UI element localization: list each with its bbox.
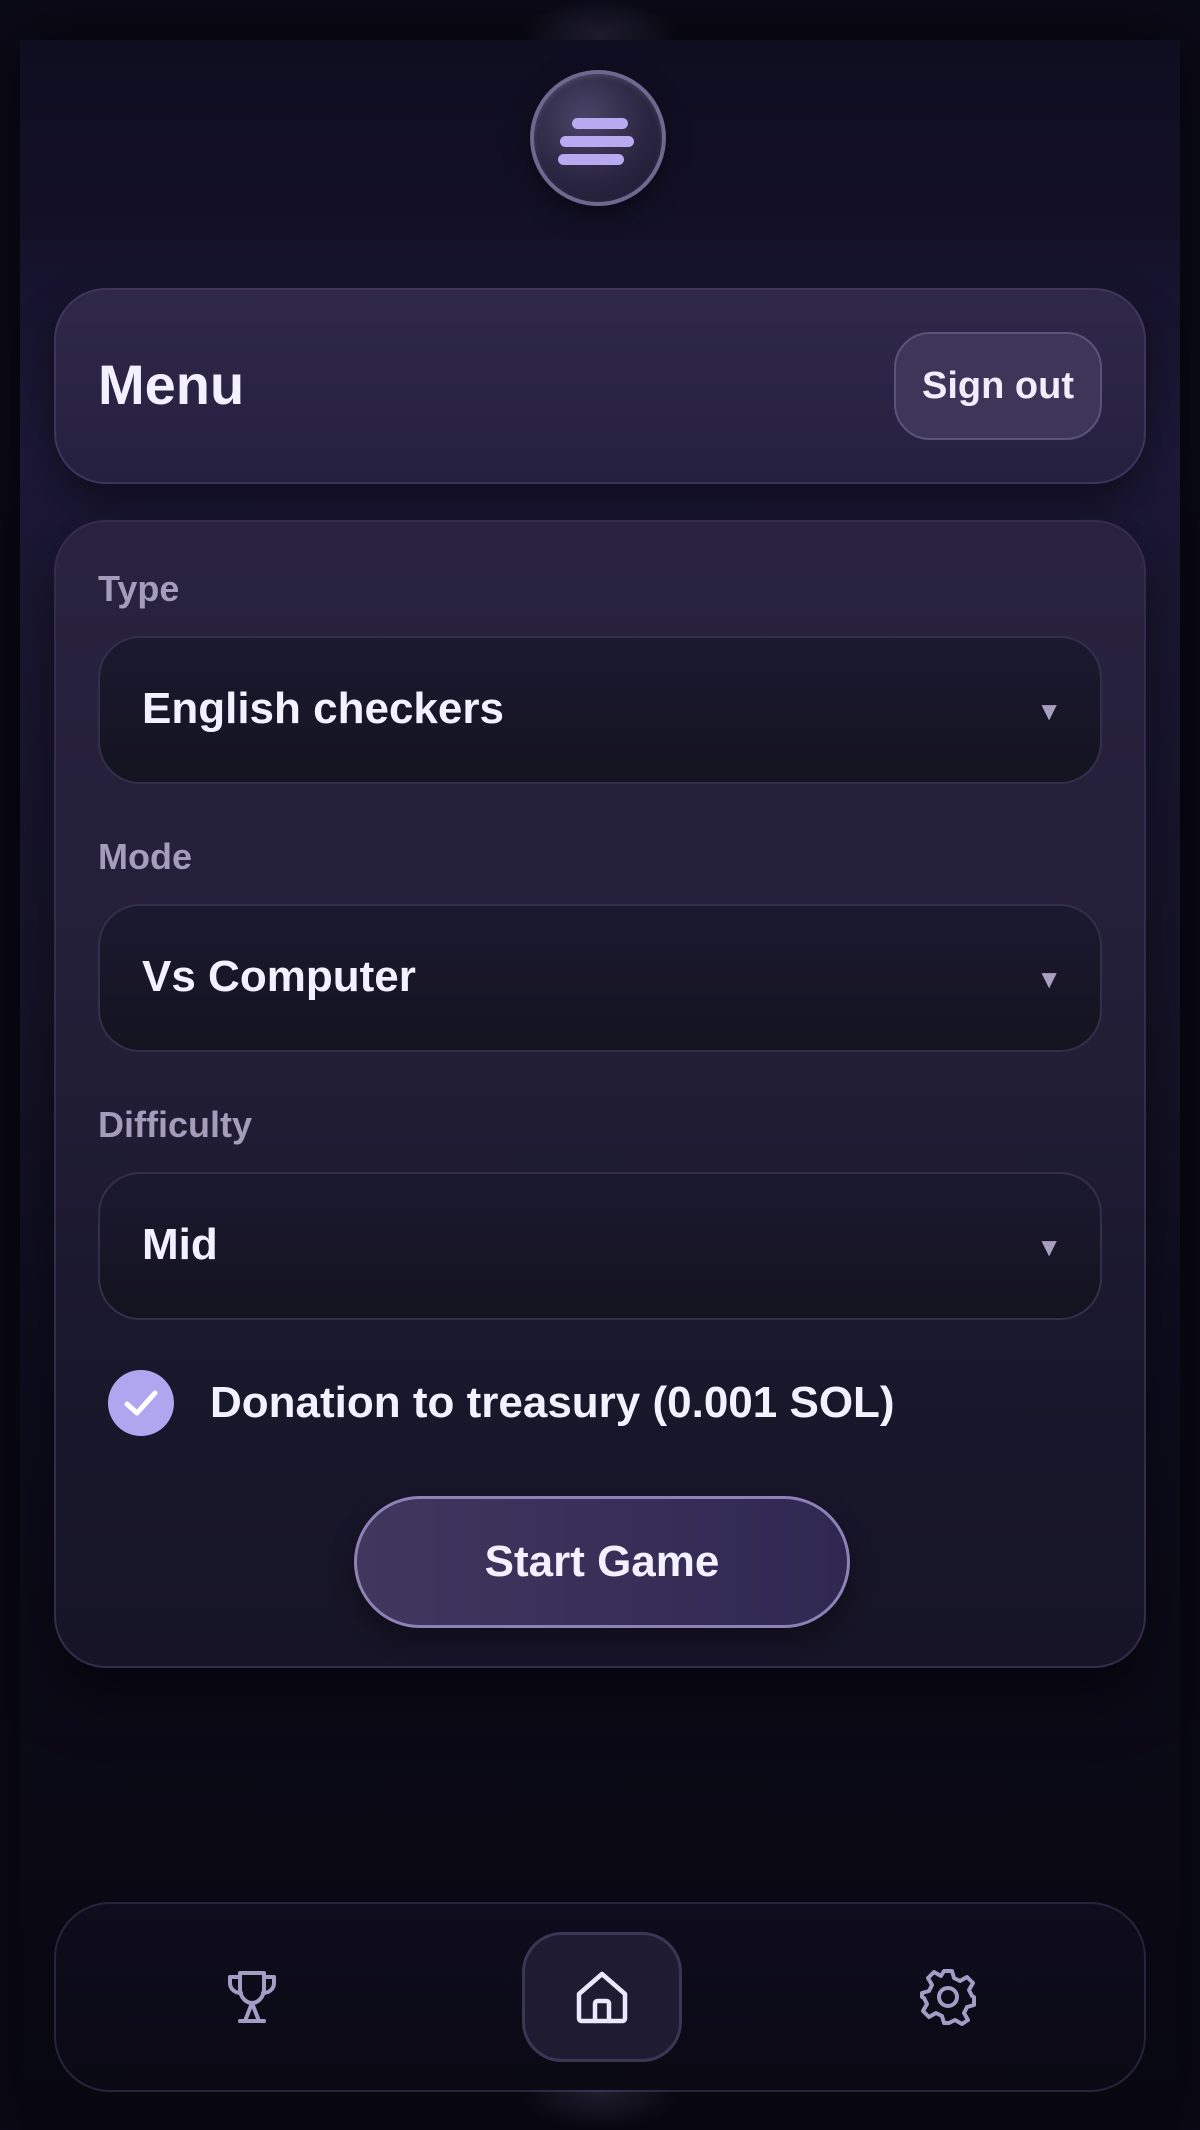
menu-icon-bar [560, 136, 634, 147]
home-icon [576, 1971, 628, 2024]
page-title: Menu [98, 353, 245, 416]
type-select[interactable]: English checkers ▼ [98, 636, 1102, 784]
donation-checkbox[interactable] [108, 1370, 174, 1436]
mode-label: Mode [98, 836, 192, 877]
trophy-icon [228, 1971, 276, 2023]
nav-item-leaderboard[interactable] [172, 1932, 332, 2062]
donation-label[interactable]: Donation to treasury (0.001 SOL) [210, 1378, 895, 1428]
check-icon [124, 1390, 158, 1416]
nav-item-home[interactable] [522, 1932, 682, 2062]
type-select-value: English checkers [142, 684, 504, 733]
mode-select[interactable]: Vs Computer ▼ [98, 904, 1102, 1052]
game-setup-card: Type English checkers ▼ Mode Vs Computer… [54, 520, 1146, 1668]
start-game-button[interactable]: Start Game [354, 1496, 850, 1628]
bottom-nav [54, 1902, 1146, 2092]
gear-icon [920, 1969, 976, 2026]
type-label: Type [98, 568, 180, 609]
menu-toggle-button[interactable] [530, 70, 666, 206]
bottom-glow [520, 2090, 680, 2130]
title-card: Menu Sign out [54, 288, 1146, 484]
menu-icon-bar [558, 154, 624, 165]
caret-down-icon: ▼ [1036, 964, 1062, 994]
sign-out-button[interactable]: Sign out [894, 332, 1102, 440]
nav-item-settings[interactable] [868, 1932, 1028, 2062]
top-glow [520, 0, 680, 40]
difficulty-select[interactable]: Mid ▼ [98, 1172, 1102, 1320]
difficulty-select-value: Mid [142, 1220, 218, 1269]
menu-icon [572, 118, 628, 129]
caret-down-icon: ▼ [1036, 696, 1062, 726]
difficulty-label: Difficulty [98, 1104, 253, 1145]
caret-down-icon: ▼ [1036, 1232, 1062, 1262]
mode-select-value: Vs Computer [142, 952, 416, 1001]
